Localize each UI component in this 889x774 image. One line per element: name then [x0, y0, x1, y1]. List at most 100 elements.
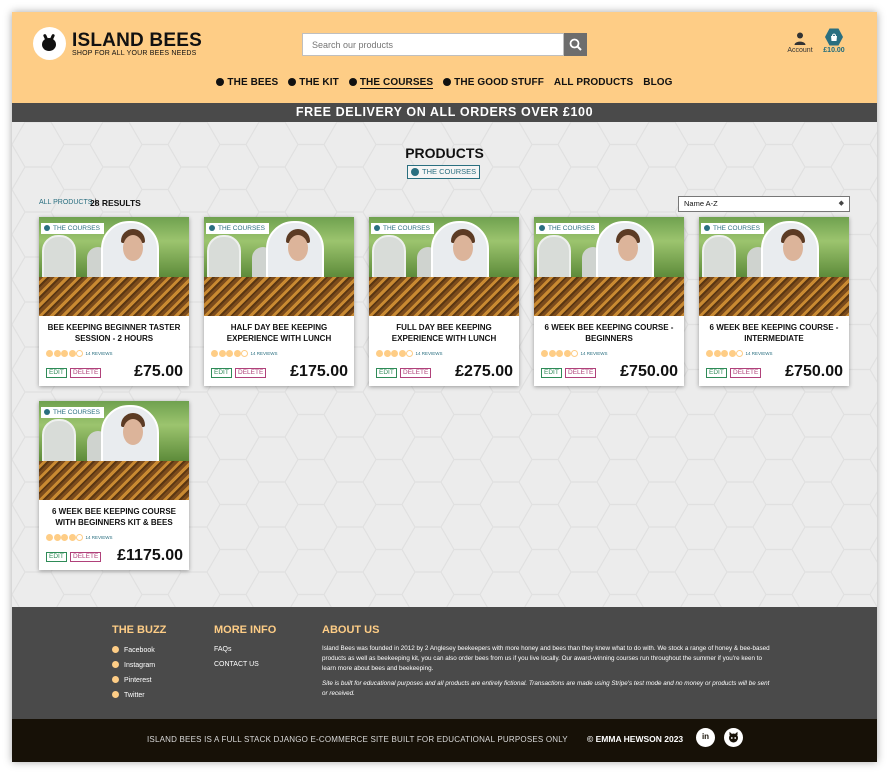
- nav-the-kit[interactable]: THE KIT: [288, 77, 339, 88]
- review-count[interactable]: 14 REVIEWS: [581, 351, 608, 356]
- footer-info-title: MORE INFO: [214, 624, 277, 636]
- product-name[interactable]: 6 WEEK BEE KEEPING COURSE - INTERMEDIATE: [703, 323, 845, 344]
- star-empty-icon: [406, 350, 413, 357]
- product-price: £75.00: [134, 363, 183, 380]
- category-tag[interactable]: THE COURSES: [41, 407, 104, 418]
- edit-button[interactable]: EDIT: [376, 368, 397, 378]
- review-count[interactable]: 14 REVIEWS: [251, 351, 278, 356]
- category-tag[interactable]: THE COURSES: [206, 223, 269, 234]
- delete-button[interactable]: DELETE: [235, 368, 267, 378]
- product-card[interactable]: THE COURSES 6 WEEK BEE KEEPING COURSE - …: [534, 217, 684, 386]
- brand-tagline: SHOP FOR ALL YOUR BEES NEEDS: [72, 50, 197, 57]
- category-dot-icon: [704, 225, 710, 231]
- edit-button[interactable]: EDIT: [541, 368, 562, 378]
- product-card[interactable]: THE COURSES HALF DAY BEE KEEPING EXPERIE…: [204, 217, 354, 386]
- search-input[interactable]: [302, 33, 564, 56]
- footer-link-pinterest[interactable]: Pinterest: [112, 676, 152, 684]
- brand-name[interactable]: ISLAND BEES: [72, 30, 202, 52]
- category-tag[interactable]: THE COURSES: [371, 223, 434, 234]
- category-dot-icon: [374, 225, 380, 231]
- browser-frame: ISLAND BEES SHOP FOR ALL YOUR BEES NEEDS…: [12, 12, 877, 762]
- category-tag[interactable]: THE COURSES: [701, 223, 764, 234]
- edit-button[interactable]: EDIT: [46, 368, 67, 378]
- star-rating: 14 REVIEWS: [211, 350, 278, 358]
- nav-the-bees[interactable]: THE BEES: [216, 77, 278, 88]
- copyright-text: © EMMA HEWSON 2023: [587, 734, 684, 744]
- edit-button[interactable]: EDIT: [706, 368, 727, 378]
- star-icon: [211, 350, 218, 357]
- footer-about-title: ABOUT US: [322, 624, 380, 636]
- search-button[interactable]: [564, 33, 587, 56]
- star-icon: [391, 350, 398, 357]
- footer-buzz-title: THE BUZZ: [112, 624, 167, 636]
- pinterest-icon: [112, 676, 119, 683]
- linkedin-icon[interactable]: in: [696, 728, 715, 747]
- footer-link-twitter[interactable]: Twitter: [112, 691, 145, 699]
- product-price: £275.00: [455, 363, 513, 380]
- main-nav: THE BEES THE KIT THE COURSES THE GOOD ST…: [12, 77, 877, 89]
- delete-button[interactable]: DELETE: [565, 368, 597, 378]
- star-icon: [721, 350, 728, 357]
- delete-button[interactable]: DELETE: [730, 368, 762, 378]
- review-count[interactable]: 14 REVIEWS: [416, 351, 443, 356]
- site-purpose-text: ISLAND BEES IS A FULL STACK DJANGO E-COM…: [147, 735, 568, 744]
- product-name[interactable]: HALF DAY BEE KEEPING EXPERIENCE WITH LUN…: [208, 323, 350, 344]
- star-icon: [541, 350, 548, 357]
- review-count[interactable]: 14 REVIEWS: [746, 351, 773, 356]
- delete-button[interactable]: DELETE: [70, 368, 102, 378]
- nav-the-good-stuff[interactable]: THE GOOD STUFF: [443, 77, 544, 88]
- product-price: £1175.00: [117, 547, 183, 564]
- account-link[interactable]: Account: [784, 32, 816, 54]
- instagram-icon: [112, 661, 119, 668]
- star-icon: [46, 350, 53, 357]
- product-name[interactable]: BEE KEEPING BEGINNER TASTER SESSION - 2 …: [43, 323, 185, 344]
- star-rating: 14 REVIEWS: [706, 350, 773, 358]
- product-card[interactable]: THE COURSES 6 WEEK BEE KEEPING COURSE - …: [699, 217, 849, 386]
- product-card[interactable]: THE COURSES BEE KEEPING BEGINNER TASTER …: [39, 217, 189, 386]
- product-name[interactable]: FULL DAY BEE KEEPING EXPERIENCE WITH LUN…: [373, 323, 515, 344]
- product-name[interactable]: 6 WEEK BEE KEEPING COURSE - BEGINNERS: [538, 323, 680, 344]
- category-dot-icon: [44, 225, 50, 231]
- footer-about-text: Island Bees was founded in 2012 by 2 Ang…: [322, 645, 770, 672]
- nav-all-products[interactable]: ALL PRODUCTS: [554, 77, 633, 88]
- cart-icon: [825, 28, 843, 46]
- star-empty-icon: [736, 350, 743, 357]
- facebook-icon: [112, 646, 119, 653]
- product-name[interactable]: 6 WEEK BEE KEEPING COURSE WITH BEGINNERS…: [43, 507, 185, 528]
- review-count[interactable]: 14 REVIEWS: [86, 535, 113, 540]
- delete-button[interactable]: DELETE: [400, 368, 432, 378]
- product-card[interactable]: THE COURSES FULL DAY BEE KEEPING EXPERIE…: [369, 217, 519, 386]
- all-products-link[interactable]: ALL PRODUCTS: [39, 199, 92, 206]
- footer-link-contact[interactable]: CONTACT US: [214, 661, 259, 668]
- user-icon: [794, 32, 806, 45]
- delete-button[interactable]: DELETE: [70, 552, 102, 562]
- site-header: ISLAND BEES SHOP FOR ALL YOUR BEES NEEDS…: [12, 12, 877, 103]
- footer-link-facebook[interactable]: Facebook: [112, 646, 155, 654]
- nav-the-courses[interactable]: THE COURSES: [348, 77, 434, 89]
- edit-button[interactable]: EDIT: [46, 552, 67, 562]
- product-card[interactable]: THE COURSES 6 WEEK BEE KEEPING COURSE WI…: [39, 401, 189, 570]
- star-icon: [563, 350, 571, 357]
- star-icon: [398, 350, 406, 357]
- results-count: 28 RESULTS: [90, 198, 141, 208]
- footer-link-faqs[interactable]: FAQs: [214, 646, 232, 653]
- logo[interactable]: [33, 27, 66, 60]
- cart-link[interactable]: £10.00: [820, 28, 848, 54]
- category-tag[interactable]: THE COURSES: [41, 223, 104, 234]
- search-icon: [569, 38, 582, 51]
- star-icon: [218, 350, 226, 357]
- breadcrumb: ALL PRODUCTS |: [39, 199, 96, 206]
- github-icon[interactable]: [724, 728, 743, 747]
- footer-link-instagram[interactable]: Instagram: [112, 661, 155, 669]
- star-icon: [61, 534, 68, 541]
- category-tag[interactable]: THE COURSES: [536, 223, 599, 234]
- product-price: £175.00: [290, 363, 348, 380]
- edit-button[interactable]: EDIT: [211, 368, 232, 378]
- review-count[interactable]: 14 REVIEWS: [86, 351, 113, 356]
- category-badge[interactable]: THE COURSES: [407, 165, 480, 179]
- star-icon: [376, 350, 383, 357]
- nav-blog[interactable]: BLOG: [643, 77, 672, 88]
- sort-select[interactable]: Name A-Z ◆: [678, 196, 850, 212]
- footer-disclaimer: Site is built for educational purposes a…: [322, 680, 770, 697]
- select-arrow-icon: ◆: [838, 200, 844, 207]
